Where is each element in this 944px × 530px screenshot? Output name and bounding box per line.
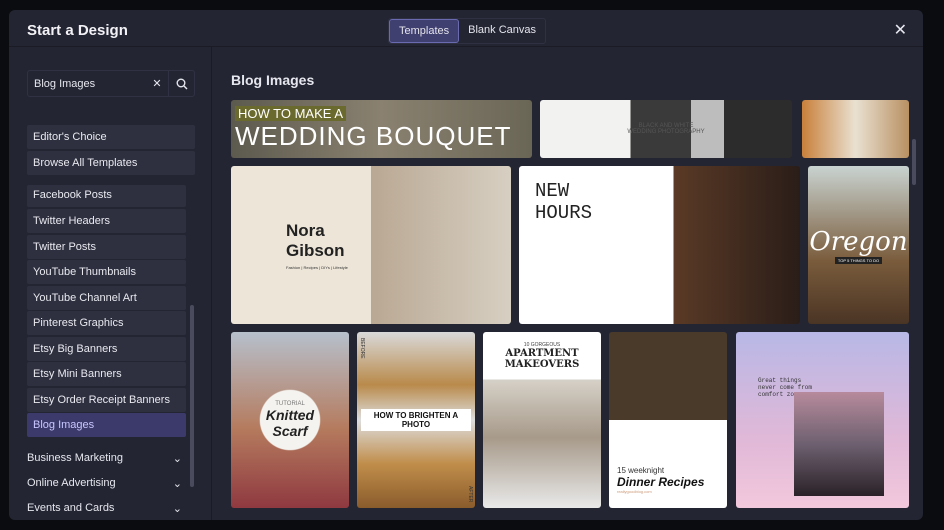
template-text: HOW TO BRIGHTEN A PHOTO [361, 409, 471, 431]
category-business-marketing[interactable]: Business Marketing ⌄ [27, 452, 182, 465]
template-text: reallygoodblog.com [617, 489, 652, 494]
template-card[interactable]: HOW TO MAKE A WEDDING BOUQUET [231, 100, 532, 158]
tab-templates[interactable]: Templates [389, 19, 460, 43]
template-card[interactable]: BLACK AND WHITE WEDDING PHOTOGRAPHY [540, 100, 792, 158]
chevron-down-icon: ⌄ [172, 478, 182, 490]
close-icon[interactable]: ✕ [894, 20, 907, 40]
search-box: Blog Images ✕ [27, 70, 195, 97]
sidebar: Blog Images ✕ Editor's Choice Browse All… [9, 47, 212, 520]
template-text: 15 weeknight [617, 466, 665, 475]
template-text: Nora [286, 220, 325, 240]
template-text: HOW TO MAKE A [235, 106, 346, 121]
sidebar-item-editors-choice[interactable]: Editor's Choice [27, 125, 195, 149]
category-label: Business Marketing [27, 452, 123, 464]
template-card[interactable]: 15 weeknight Dinner Recipes reallygoodbl… [609, 332, 727, 508]
template-card[interactable]: Nora Gibson Fashion | Recipes | DIYs | L… [231, 166, 511, 324]
sidebar-item-youtube-channel-art[interactable]: YouTube Channel Art [27, 285, 186, 310]
sidebar-item-youtube-thumbnails[interactable]: YouTube Thumbnails [27, 260, 186, 284]
sidebar-item-twitter-posts[interactable]: Twitter Posts [27, 234, 186, 259]
template-gallery: Blog Images HOW TO MAKE A WEDDING BOUQUE… [213, 47, 923, 520]
sidebar-item-blog-images[interactable]: Blog Images [27, 413, 186, 437]
template-text: AFTER [467, 485, 473, 502]
mode-toggle: Templates Blank Canvas [388, 18, 547, 44]
template-card[interactable]: NEW HOURS [519, 166, 800, 324]
sidebar-item-etsy-big-banners[interactable]: Etsy Big Banners [27, 336, 186, 361]
start-design-modal: Start a Design Templates Blank Canvas ✕ … [9, 10, 923, 520]
sidebar-item-pinterest-graphics[interactable]: Pinterest Graphics [27, 311, 186, 335]
template-card[interactable]: TUTORIAL Knitted Scarf [231, 332, 349, 508]
modal-header: Start a Design Templates Blank Canvas ✕ [9, 10, 923, 47]
sidebar-item-etsy-order-receipt-banners[interactable]: Etsy Order Receipt Banners [27, 387, 186, 412]
search-icon[interactable] [168, 71, 194, 96]
template-text: NEW [535, 180, 570, 202]
template-text: Knitted Scarf [265, 407, 315, 439]
template-card[interactable]: 10 GORGEOUS APARTMENT MAKEOVERS [483, 332, 601, 508]
clear-icon[interactable]: ✕ [146, 77, 168, 90]
category-events-and-cards[interactable]: Events and Cards ⌄ [27, 502, 182, 515]
sidebar-item-etsy-mini-banners[interactable]: Etsy Mini Banners [27, 362, 186, 386]
sidebar-item-browse-all[interactable]: Browse All Templates [27, 151, 195, 175]
template-text: WEDDING PHOTOGRAPHY [627, 129, 705, 135]
template-card[interactable]: Great things never come from comfort zon… [736, 332, 909, 508]
template-card[interactable]: BEFORE HOW TO BRIGHTEN A PHOTO AFTER [357, 332, 475, 508]
template-card[interactable]: Oregon TOP 5 THINGS TO DO [808, 166, 909, 324]
template-card[interactable] [802, 100, 909, 158]
template-text: Dinner Recipes [617, 475, 705, 489]
modal-title: Start a Design [27, 22, 128, 39]
template-text: Fashion | Recipes | DIYs | Lifestyle [286, 264, 348, 270]
category-label: Events and Cards [27, 502, 115, 514]
sidebar-item-facebook-posts[interactable]: Facebook Posts [27, 185, 186, 207]
template-text: WEDDING BOUQUET [235, 121, 512, 151]
template-text: Gibson [286, 240, 345, 260]
sidebar-scrollbar[interactable] [190, 305, 194, 487]
sidebar-item-twitter-headers[interactable]: Twitter Headers [27, 209, 186, 233]
template-text: Oregon [809, 226, 908, 257]
mountain-photo [794, 392, 884, 496]
category-online-advertising[interactable]: Online Advertising ⌄ [27, 477, 182, 490]
search-input[interactable]: Blog Images [28, 78, 146, 90]
category-label: Online Advertising [27, 477, 116, 489]
template-text: HOURS [535, 202, 593, 224]
gallery-title: Blog Images [231, 72, 315, 88]
template-text: TOP 5 THINGS TO DO [834, 256, 883, 264]
chevron-down-icon: ⌄ [172, 503, 182, 515]
gallery-scrollbar[interactable] [912, 139, 916, 185]
template-text: APARTMENT MAKEOVERS [504, 348, 580, 370]
tab-blank-canvas[interactable]: Blank Canvas [459, 19, 545, 43]
template-text: BEFORE [359, 338, 365, 359]
chevron-down-icon: ⌄ [172, 453, 182, 465]
